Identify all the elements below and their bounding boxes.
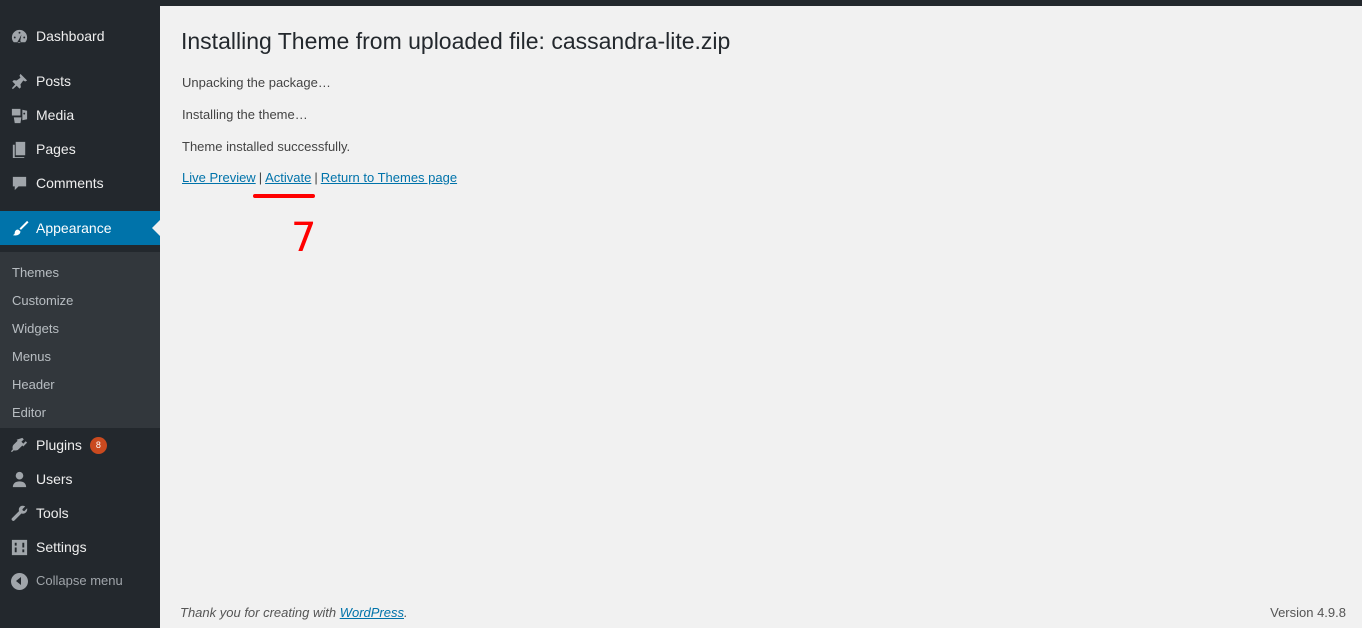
sidebar-item-appearance[interactable]: Appearance (0, 211, 160, 245)
sidebar-item-plugins[interactable]: Plugins 8 (0, 428, 160, 462)
submenu-item-header[interactable]: Header (0, 371, 160, 399)
collapse-menu-button[interactable]: Collapse menu (0, 564, 160, 598)
sidebar-item-label: Settings (36, 539, 87, 555)
status-unpacking: Unpacking the package… (182, 75, 331, 90)
annotation-step-number: 7 (291, 215, 317, 261)
sidebar-item-label: Comments (36, 175, 104, 191)
submenu-item-menus[interactable]: Menus (0, 343, 160, 371)
settings-icon (0, 530, 36, 564)
sidebar-item-label: Posts (36, 73, 72, 89)
footer-version: Version 4.9.8 (1270, 605, 1346, 620)
appearance-submenu: Themes Customize Widgets Menus Header Ed… (0, 252, 160, 428)
live-preview-link[interactable]: Live Preview (182, 170, 256, 185)
submenu-item-editor[interactable]: Editor (0, 399, 160, 427)
annotation-underline (253, 194, 315, 198)
plugin-update-badge: 8 (89, 436, 107, 454)
sidebar-item-media[interactable]: Media (0, 98, 160, 132)
theme-action-links: Live Preview | Activate | Return to Themes p… (182, 170, 457, 185)
footer-thanks-text: Thank you for creating with (180, 605, 340, 620)
plug-icon (0, 428, 36, 462)
wrench-icon (0, 496, 36, 530)
sidebar-item-tools[interactable]: Tools (0, 496, 160, 530)
link-separator: | (314, 170, 318, 185)
main-content: Installing Theme from uploaded file: cas… (160, 6, 1362, 628)
sidebar-item-comments[interactable]: Comments (0, 166, 160, 200)
status-success: Theme installed successfully. (182, 139, 351, 154)
footer-thanks-suffix: . (404, 605, 408, 620)
admin-sidebar: Dashboard Posts Media Pages Comments App… (0, 6, 160, 628)
sidebar-item-settings[interactable]: Settings (0, 530, 160, 564)
sidebar-item-users[interactable]: Users (0, 462, 160, 496)
sidebar-item-pages[interactable]: Pages (0, 132, 160, 166)
page-title: Installing Theme from uploaded file: cas… (181, 28, 731, 54)
sidebar-item-label: Dashboard (36, 28, 105, 44)
media-icon (0, 98, 36, 132)
brush-icon (0, 211, 36, 245)
comment-icon (0, 166, 36, 200)
pages-icon (0, 132, 36, 166)
collapse-menu-label: Collapse menu (36, 573, 123, 588)
wordpress-link[interactable]: WordPress (340, 605, 404, 620)
submenu-item-widgets[interactable]: Widgets (0, 315, 160, 343)
link-separator: | (258, 170, 263, 185)
sidebar-item-label: Plugins (36, 437, 82, 453)
activate-link[interactable]: Activate (265, 170, 311, 185)
sidebar-item-dashboard[interactable]: Dashboard (0, 19, 160, 53)
sidebar-item-label: Appearance (36, 220, 112, 236)
collapse-icon (0, 564, 36, 598)
submenu-item-customize[interactable]: Customize (0, 287, 160, 315)
pin-icon (0, 64, 36, 98)
current-menu-arrow (152, 220, 160, 236)
sidebar-item-label: Users (36, 471, 73, 487)
status-installing: Installing the theme… (182, 107, 308, 122)
sidebar-item-label: Media (36, 107, 75, 123)
sidebar-item-posts[interactable]: Posts (0, 64, 160, 98)
sidebar-item-label: Pages (36, 141, 76, 157)
return-to-themes-link[interactable]: Return to Themes page (321, 170, 457, 185)
user-icon (0, 462, 36, 496)
sidebar-item-label: Tools (36, 505, 69, 521)
submenu-item-themes[interactable]: Themes (0, 259, 160, 287)
dashboard-icon (0, 19, 36, 53)
footer-thankyou: Thank you for creating with WordPress. (180, 605, 408, 620)
